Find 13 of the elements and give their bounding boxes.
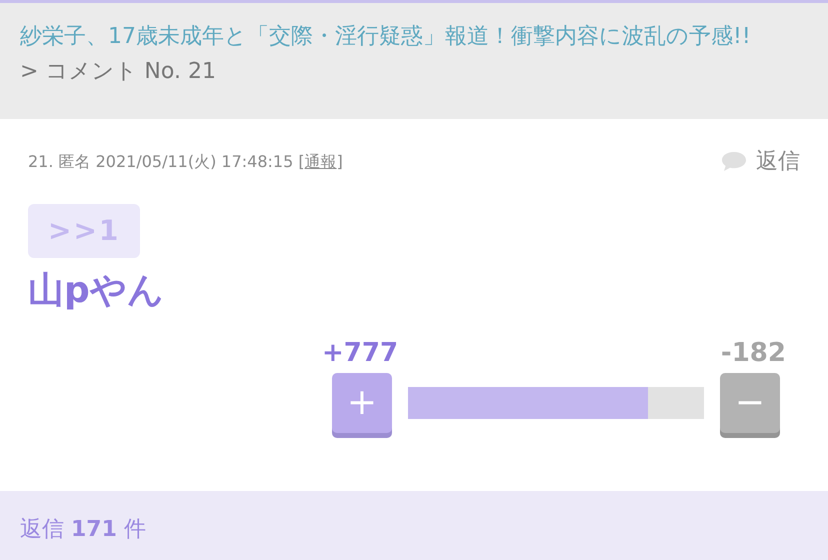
speech-bubble-icon xyxy=(720,150,748,174)
comment-text: 山pやん xyxy=(28,269,165,313)
comment-number-label: コメント No. 21 xyxy=(45,59,216,84)
minus-count: -182 xyxy=(720,337,786,370)
reply-link[interactable]: 返信 xyxy=(720,145,800,178)
minus-button[interactable]: − xyxy=(720,373,780,433)
reply-count: 返信 171 件 xyxy=(20,517,146,542)
comment-meta: 21. 匿名 2021/05/11(火) 17:48:15 [通報] xyxy=(28,150,343,172)
plus-button[interactable]: + xyxy=(332,373,392,433)
breadcrumb-separator: > xyxy=(20,59,40,84)
report-link[interactable]: 通報 xyxy=(304,152,337,170)
article-title-link[interactable]: 紗栄子、17歳未成年と「交際・淫行疑惑」報道！衝撃内容に波乱の予感!! xyxy=(20,24,751,49)
plus-count: +777 xyxy=(322,337,398,370)
